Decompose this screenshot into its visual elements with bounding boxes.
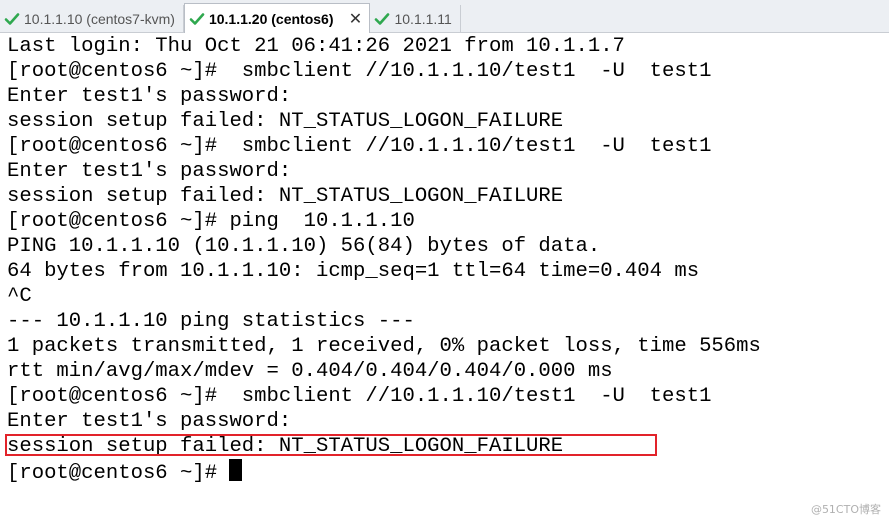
terminal-line: [root@centos6 ~]# smbclient //10.1.1.10/… [7, 385, 712, 408]
tab-10-1-1-20[interactable]: 10.1.1.20 (centos6) ✕ [183, 3, 371, 33]
terminal-line: Enter test1's password: [7, 160, 292, 183]
terminal-line: [root@centos6 ~]# smbclient //10.1.1.10/… [7, 60, 712, 83]
watermark: @51CTO博客 [810, 503, 881, 516]
tab-label: 10.1.1.11 [394, 10, 452, 27]
shell-prompt: [root@centos6 ~]# [7, 462, 230, 485]
terminal-prompt-line: [root@centos6 ~]# [7, 459, 887, 485]
connected-check-icon [4, 11, 20, 27]
terminal-line: Last login: Thu Oct 21 06:41:26 2021 fro… [7, 35, 625, 58]
terminal-line: ^C [7, 285, 32, 308]
tab-label: 10.1.1.10 (centos7-kvm) [24, 10, 175, 27]
session-tab-bar: 10.1.1.10 (centos7-kvm) 10.1.1.20 (cento… [0, 0, 889, 33]
tab-10-1-1-11[interactable]: 10.1.1.11 [370, 5, 461, 32]
connected-check-icon [374, 11, 390, 27]
terminal-line: Enter test1's password: [7, 410, 292, 433]
terminal-line: session setup failed: NT_STATUS_LOGON_FA… [7, 185, 564, 208]
terminal-line: rtt min/avg/max/mdev = 0.404/0.404/0.404… [7, 360, 613, 383]
terminal-line: 1 packets transmitted, 1 received, 0% pa… [7, 335, 761, 358]
terminal-line: session setup failed: NT_STATUS_LOGON_FA… [7, 110, 564, 133]
terminal-output[interactable]: Last login: Thu Oct 21 06:41:26 2021 fro… [7, 34, 887, 485]
terminal-window: 10.1.1.10 (centos7-kvm) 10.1.1.20 (cento… [0, 0, 889, 523]
terminal-line: 64 bytes from 10.1.1.10: icmp_seq=1 ttl=… [7, 260, 700, 283]
connected-check-icon [189, 11, 205, 27]
tab-label: 10.1.1.20 (centos6) [208, 10, 334, 27]
text-cursor [229, 459, 243, 481]
terminal-line: Enter test1's password: [7, 85, 292, 108]
terminal-line-highlighted: session setup failed: NT_STATUS_LOGON_FA… [7, 435, 564, 458]
tab-10-1-1-10[interactable]: 10.1.1.10 (centos7-kvm) [0, 5, 184, 32]
terminal-line: PING 10.1.1.10 (10.1.1.10) 56(84) bytes … [7, 235, 601, 258]
terminal-line: --- 10.1.1.10 ping statistics --- [7, 310, 415, 333]
terminal-line: [root@centos6 ~]# ping 10.1.1.10 [7, 210, 415, 233]
close-icon[interactable]: ✕ [347, 11, 363, 28]
terminal-line: [root@centos6 ~]# smbclient //10.1.1.10/… [7, 135, 712, 158]
